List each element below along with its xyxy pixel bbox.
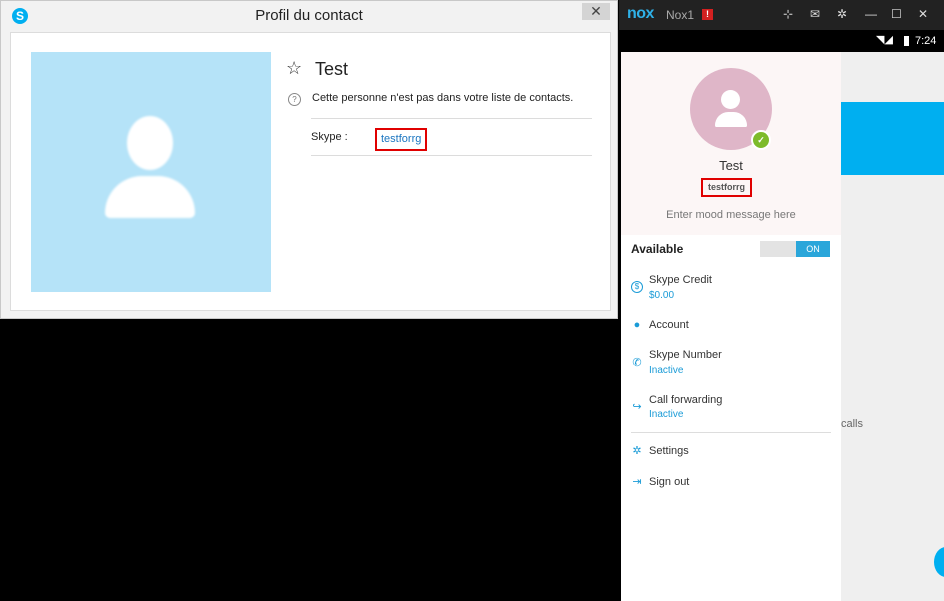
default-avatar-body-icon [105,176,195,218]
divider [311,118,592,119]
window-title: Profil du contact [255,7,363,24]
toggle-on-label: ON [796,241,830,257]
avatar[interactable]: ✓ [690,68,772,150]
minimize-icon[interactable]: — [865,7,877,21]
wifi-icon: ◥◢ [876,34,893,46]
avatar-body-icon [715,112,747,127]
skype-label: Skype : [311,131,348,143]
person-icon: ● [633,319,641,331]
close-button[interactable]: ✕ [582,3,610,20]
alert-icon[interactable]: ! [702,9,713,20]
skype-credit-balance: $0.00 [649,290,675,301]
menu-item-account[interactable]: Account [649,319,689,331]
menu-item-skype-number[interactable]: Skype Number [649,349,722,361]
menu-item-settings[interactable]: Settings [649,445,689,457]
contact-name: Test [315,59,349,79]
app-header-strip [841,102,944,175]
menu-item-skype-credit[interactable]: Skype Credit [649,274,712,286]
available-label: Available [631,242,684,256]
maximize-icon[interactable]: ☐ [891,7,902,21]
menu-item-call-forwarding[interactable]: Call forwarding [649,394,722,406]
profile-titlebar[interactable]: S Profil du contact ✕ [1,1,617,31]
floating-action-button[interactable] [934,547,944,577]
menu-item-sign-out[interactable]: Sign out [649,476,689,488]
phone-icon: ✆ [632,357,642,369]
call-forwarding-status: Inactive [649,409,684,420]
presence-check-icon: ✓ [751,130,771,150]
profile-photo [31,52,271,292]
skype-number-status: Inactive [649,365,684,376]
mood-message-input[interactable]: Enter mood message here [621,209,841,221]
drawer-username: testforrg [701,178,753,197]
battery-icon [904,36,909,46]
calls-text: calls [841,418,864,430]
gear-icon[interactable]: ✲ [837,7,847,21]
mail-icon[interactable]: ✉ [810,7,820,21]
drawer-display-name: Test [719,158,743,173]
skype-app-background: calls [841,52,944,601]
favorite-star-icon[interactable]: ☆ [286,58,302,78]
profile-content: ☆ Test ? Cette personne n'est pas dans v… [10,32,611,311]
sign-out-icon: ⇥ [632,476,642,488]
not-in-contacts-text: Cette personne n'est pas dans votre list… [312,92,574,104]
call-forward-icon: ↪ [632,401,642,413]
nox-instance-name: Nox1 [666,8,695,22]
credit-icon: $ [631,281,643,293]
nox-logo: nox [627,5,654,22]
nox-emulator-window: nox Nox1 ! ⊹ ✉ ✲ — ☐ ✕ ◥◢ 7:24 calls ✓ T… [619,0,944,601]
android-status-bar: ◥◢ 7:24 [619,30,944,52]
contact-profile-window: S Profil du contact ✕ ☆ Test ? Cette per… [0,0,618,319]
status-clock: 7:24 [915,35,937,47]
navigation-drawer: ✓ Test testforrg Enter mood message here… [621,52,841,601]
avatar-head-icon [721,90,740,109]
drawer-header: ✓ Test testforrg Enter mood message here [621,52,841,235]
pin-icon[interactable]: ⊹ [783,7,793,21]
availability-toggle[interactable]: ON [760,241,830,257]
nox-titlebar[interactable]: nox Nox1 ! ⊹ ✉ ✲ — ☐ ✕ [619,0,944,30]
question-icon: ? [288,93,301,106]
gear-icon: ✲ [632,445,642,457]
default-avatar-head-icon [127,116,173,170]
close-icon[interactable]: ✕ [918,7,928,21]
drawer-divider [631,432,831,433]
skype-username-link[interactable]: testforrg [375,128,428,151]
divider [311,155,592,156]
